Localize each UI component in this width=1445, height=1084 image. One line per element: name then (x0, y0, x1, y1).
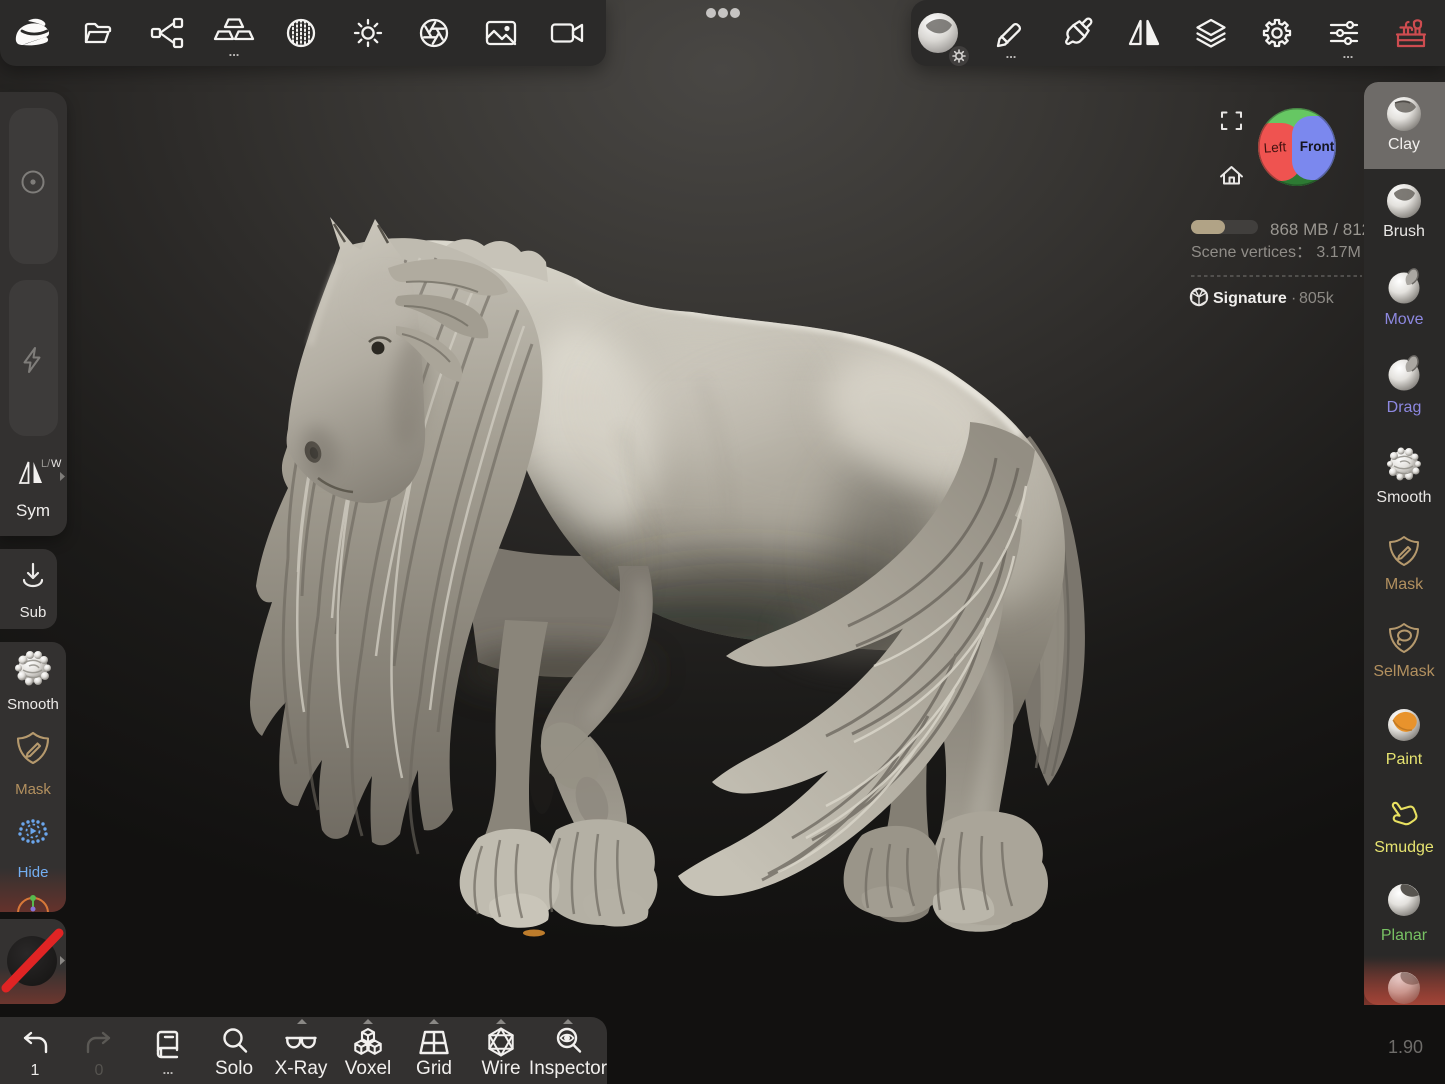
svg-text:X-Ray: X-Ray (275, 1058, 328, 1079)
svg-text:Signature: Signature (1213, 290, 1287, 307)
svg-text:·: · (1291, 290, 1296, 307)
svg-text:...: ... (1006, 46, 1017, 61)
svg-text:Paint: Paint (1386, 751, 1423, 768)
svg-text:SelMask: SelMask (1373, 663, 1435, 680)
svg-text:Hide: Hide (18, 864, 49, 881)
svg-text:Wire: Wire (481, 1058, 520, 1079)
svg-text:Inspector: Inspector (529, 1058, 608, 1079)
svg-text:L/: L/ (41, 458, 51, 470)
svg-text:Brush: Brush (1383, 223, 1425, 240)
svg-text:Planar: Planar (1381, 927, 1428, 944)
svg-text:Mask: Mask (15, 781, 51, 798)
svg-text:Voxel: Voxel (345, 1058, 391, 1079)
svg-text:0: 0 (95, 1062, 104, 1079)
svg-text:Move: Move (1384, 311, 1423, 328)
svg-text:Clay: Clay (1388, 136, 1420, 153)
svg-text:805k: 805k (1299, 290, 1335, 307)
svg-text:W: W (51, 458, 62, 470)
svg-text:...: ... (163, 1062, 174, 1077)
svg-text:Drag: Drag (1387, 399, 1422, 416)
svg-text:Mask: Mask (1385, 576, 1424, 593)
svg-text:Solo: Solo (215, 1058, 253, 1079)
svg-text:Smudge: Smudge (1374, 839, 1434, 856)
svg-text:Grid: Grid (416, 1058, 452, 1079)
svg-text:868 MB / 812 MB: 868 MB / 812 MB (1270, 220, 1401, 239)
svg-text:Smooth: Smooth (7, 696, 59, 713)
svg-text:1: 1 (31, 1062, 40, 1079)
svg-text:Sub: Sub (20, 604, 47, 621)
svg-text:...: ... (1343, 46, 1354, 61)
svg-text:Scene vertices： 3.17M: Scene vertices： 3.17M (1191, 244, 1361, 261)
svg-text:...: ... (229, 44, 240, 59)
svg-text:Sym: Sym (16, 501, 50, 520)
svg-text:Left: Left (1263, 139, 1287, 156)
svg-text:Smooth: Smooth (1376, 489, 1431, 506)
svg-text:Front: Front (1300, 139, 1335, 154)
